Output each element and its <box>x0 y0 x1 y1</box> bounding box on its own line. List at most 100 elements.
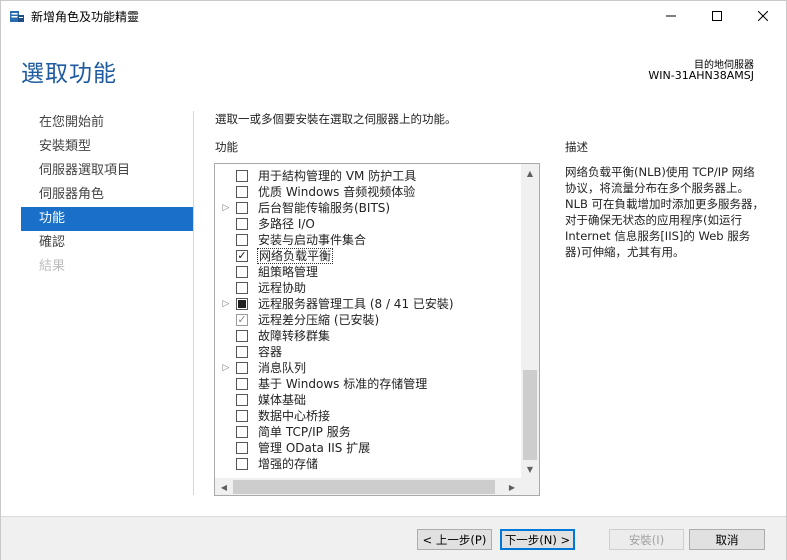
feature-row[interactable]: 简单 TCP/IP 服务 <box>215 424 521 440</box>
cancel-button[interactable]: 取消 <box>689 529 765 550</box>
feature-checkbox[interactable] <box>236 218 248 230</box>
feature-checkbox[interactable] <box>236 426 248 438</box>
feature-label[interactable]: 增强的存储 <box>257 456 319 472</box>
feature-label[interactable]: 媒体基础 <box>257 392 307 408</box>
feature-row[interactable]: 数据中心桥接 <box>215 408 521 424</box>
feature-label[interactable]: 后台智能传输服务(BITS) <box>257 200 391 216</box>
feature-label[interactable]: 数据中心桥接 <box>257 408 331 424</box>
minimize-icon <box>666 15 676 16</box>
close-icon <box>758 10 768 21</box>
scroll-corner <box>521 478 539 495</box>
feature-checkbox[interactable] <box>236 346 248 358</box>
feature-label[interactable]: 容器 <box>257 344 283 360</box>
nav-item-server-selection[interactable]: 伺服器選取項目 <box>21 159 193 183</box>
feature-label[interactable]: 远程差分压縮 (已安裝) <box>257 312 380 328</box>
nav-divider <box>193 111 194 495</box>
feature-label[interactable]: 简单 TCP/IP 服务 <box>257 424 352 440</box>
description-text: 网络负载平衡(NLB)使用 TCP/IP 网络协议，将流量分布在多个服务器上。N… <box>565 165 765 259</box>
feature-checkbox[interactable] <box>236 186 248 198</box>
server-manager-icon <box>10 11 24 22</box>
scroll-up-icon[interactable]: ▲ <box>521 164 539 182</box>
feature-checkbox[interactable] <box>236 330 248 342</box>
nav-item-installation-type[interactable]: 安裝類型 <box>21 135 193 159</box>
feature-label[interactable]: 故障转移群集 <box>257 328 331 344</box>
feature-checkbox[interactable] <box>236 410 248 422</box>
scroll-down-icon[interactable]: ▼ <box>521 460 539 478</box>
feature-checkbox <box>236 314 248 326</box>
feature-checkbox[interactable] <box>236 394 248 406</box>
feature-checkbox[interactable] <box>236 298 248 310</box>
feature-label[interactable]: 安装与启动事件集合 <box>257 232 367 248</box>
vertical-scrollbar[interactable]: ▲ ▼ <box>521 164 539 478</box>
install-button: 安裝(I) <box>609 529 684 550</box>
feature-row[interactable]: 优质 Windows 音频视频体验 <box>215 184 521 200</box>
wizard-footer: < 上一步(P) 下一步(N) > 安裝(I) 取消 <box>1 516 786 560</box>
expand-chevron-icon[interactable]: ▷ <box>221 360 231 376</box>
feature-checkbox[interactable] <box>236 250 248 262</box>
feature-checkbox[interactable] <box>236 202 248 214</box>
features-tree[interactable]: 用于結构管理的 VM 防护工具 优质 Windows 音频视频体验 ▷ 后台智能传输服… <box>214 163 540 496</box>
feature-row[interactable]: 远程协助 <box>215 280 521 296</box>
feature-checkbox[interactable] <box>236 170 248 182</box>
feature-label[interactable]: 优质 Windows 音频视频体验 <box>257 184 416 200</box>
feature-label[interactable]: 远程协助 <box>257 280 307 296</box>
page-title: 選取功能 <box>21 61 117 87</box>
feature-label[interactable]: 多路径 I/O <box>257 216 316 232</box>
feature-row[interactable]: 用于結构管理的 VM 防护工具 <box>215 168 521 184</box>
feature-row[interactable]: 容器 <box>215 344 521 360</box>
maximize-button[interactable] <box>694 1 740 30</box>
feature-row[interactable]: ▷ 远程服务器管理工具 (8 / 41 已安裝) <box>215 296 521 312</box>
nav-item-before-you-begin[interactable]: 在您開始前 <box>21 111 193 135</box>
feature-checkbox[interactable] <box>236 378 248 390</box>
expand-chevron-icon[interactable]: ▷ <box>221 200 231 216</box>
feature-row[interactable]: 增强的存储 <box>215 456 521 472</box>
next-button[interactable]: 下一步(N) > <box>500 529 575 550</box>
minimize-button[interactable] <box>648 1 694 30</box>
feature-label[interactable]: 組策略管理 <box>257 264 319 280</box>
feature-row[interactable]: 管理 OData IIS 扩展 <box>215 440 521 456</box>
maximize-icon <box>712 10 722 21</box>
feature-checkbox[interactable] <box>236 266 248 278</box>
feature-checkbox[interactable] <box>236 442 248 454</box>
description-heading: 描述 <box>565 140 588 154</box>
nav-item-features[interactable]: 功能 <box>21 207 193 231</box>
window-title: 新增角色及功能精靈 <box>31 10 140 24</box>
scroll-right-icon[interactable]: ▶ <box>503 478 521 495</box>
vertical-scroll-thumb[interactable] <box>523 370 537 460</box>
feature-checkbox[interactable] <box>236 362 248 374</box>
feature-checkbox[interactable] <box>236 458 248 470</box>
feature-label[interactable]: 网络负载平衡 <box>257 248 334 264</box>
wizard-steps-nav: 在您開始前 安裝類型 伺服器選取項目 伺服器角色 功能 確認 結果 <box>21 111 193 279</box>
feature-checkbox[interactable] <box>236 282 248 294</box>
horizontal-scroll-thumb[interactable] <box>233 480 495 494</box>
scroll-left-icon[interactable]: ◀ <box>215 478 233 495</box>
nav-item-confirmation[interactable]: 確認 <box>21 231 193 255</box>
feature-row[interactable]: 故障转移群集 <box>215 328 521 344</box>
feature-label[interactable]: 基于 Windows 标准的存储管理 <box>257 376 428 392</box>
close-button[interactable] <box>740 1 786 30</box>
feature-row[interactable]: 多路径 I/O <box>215 216 521 232</box>
feature-row[interactable]: 媒体基础 <box>215 392 521 408</box>
feature-label[interactable]: 用于結构管理的 VM 防护工具 <box>257 168 417 184</box>
nav-item-server-roles[interactable]: 伺服器角色 <box>21 183 193 207</box>
feature-row[interactable]: 組策略管理 <box>215 264 521 280</box>
feature-label[interactable]: 消息队列 <box>257 360 307 376</box>
feature-label[interactable]: 管理 OData IIS 扩展 <box>257 440 371 456</box>
feature-label[interactable]: 远程服务器管理工具 (8 / 41 已安裝) <box>257 296 455 312</box>
feature-row[interactable]: 基于 Windows 标准的存储管理 <box>215 376 521 392</box>
feature-row[interactable]: 网络负载平衡 <box>215 248 521 264</box>
title-bar[interactable]: 新增角色及功能精靈 <box>1 1 786 30</box>
feature-row[interactable]: 远程差分压縮 (已安裝) <box>215 312 521 328</box>
wizard-window: 新增角色及功能精靈 選取功能 目的地伺服器 WIN-31AHN38AMSJ 在您… <box>0 0 787 560</box>
nav-item-results: 結果 <box>39 259 66 274</box>
feature-row[interactable]: ▷ 消息队列 <box>215 360 521 376</box>
feature-checkbox[interactable] <box>236 234 248 246</box>
features-heading: 功能 <box>215 140 238 154</box>
horizontal-scrollbar[interactable]: ◀ ▶ <box>215 478 521 495</box>
features-list: 用于結构管理的 VM 防护工具 优质 Windows 音频视频体验 ▷ 后台智能传输服… <box>215 168 521 472</box>
expand-chevron-icon[interactable]: ▷ <box>221 296 231 312</box>
feature-row[interactable]: 安装与启动事件集合 <box>215 232 521 248</box>
previous-button[interactable]: < 上一步(P) <box>417 529 492 550</box>
intro-text: 選取一或多個要安裝在選取之伺服器上的功能。 <box>215 112 457 126</box>
feature-row[interactable]: ▷ 后台智能传输服务(BITS) <box>215 200 521 216</box>
